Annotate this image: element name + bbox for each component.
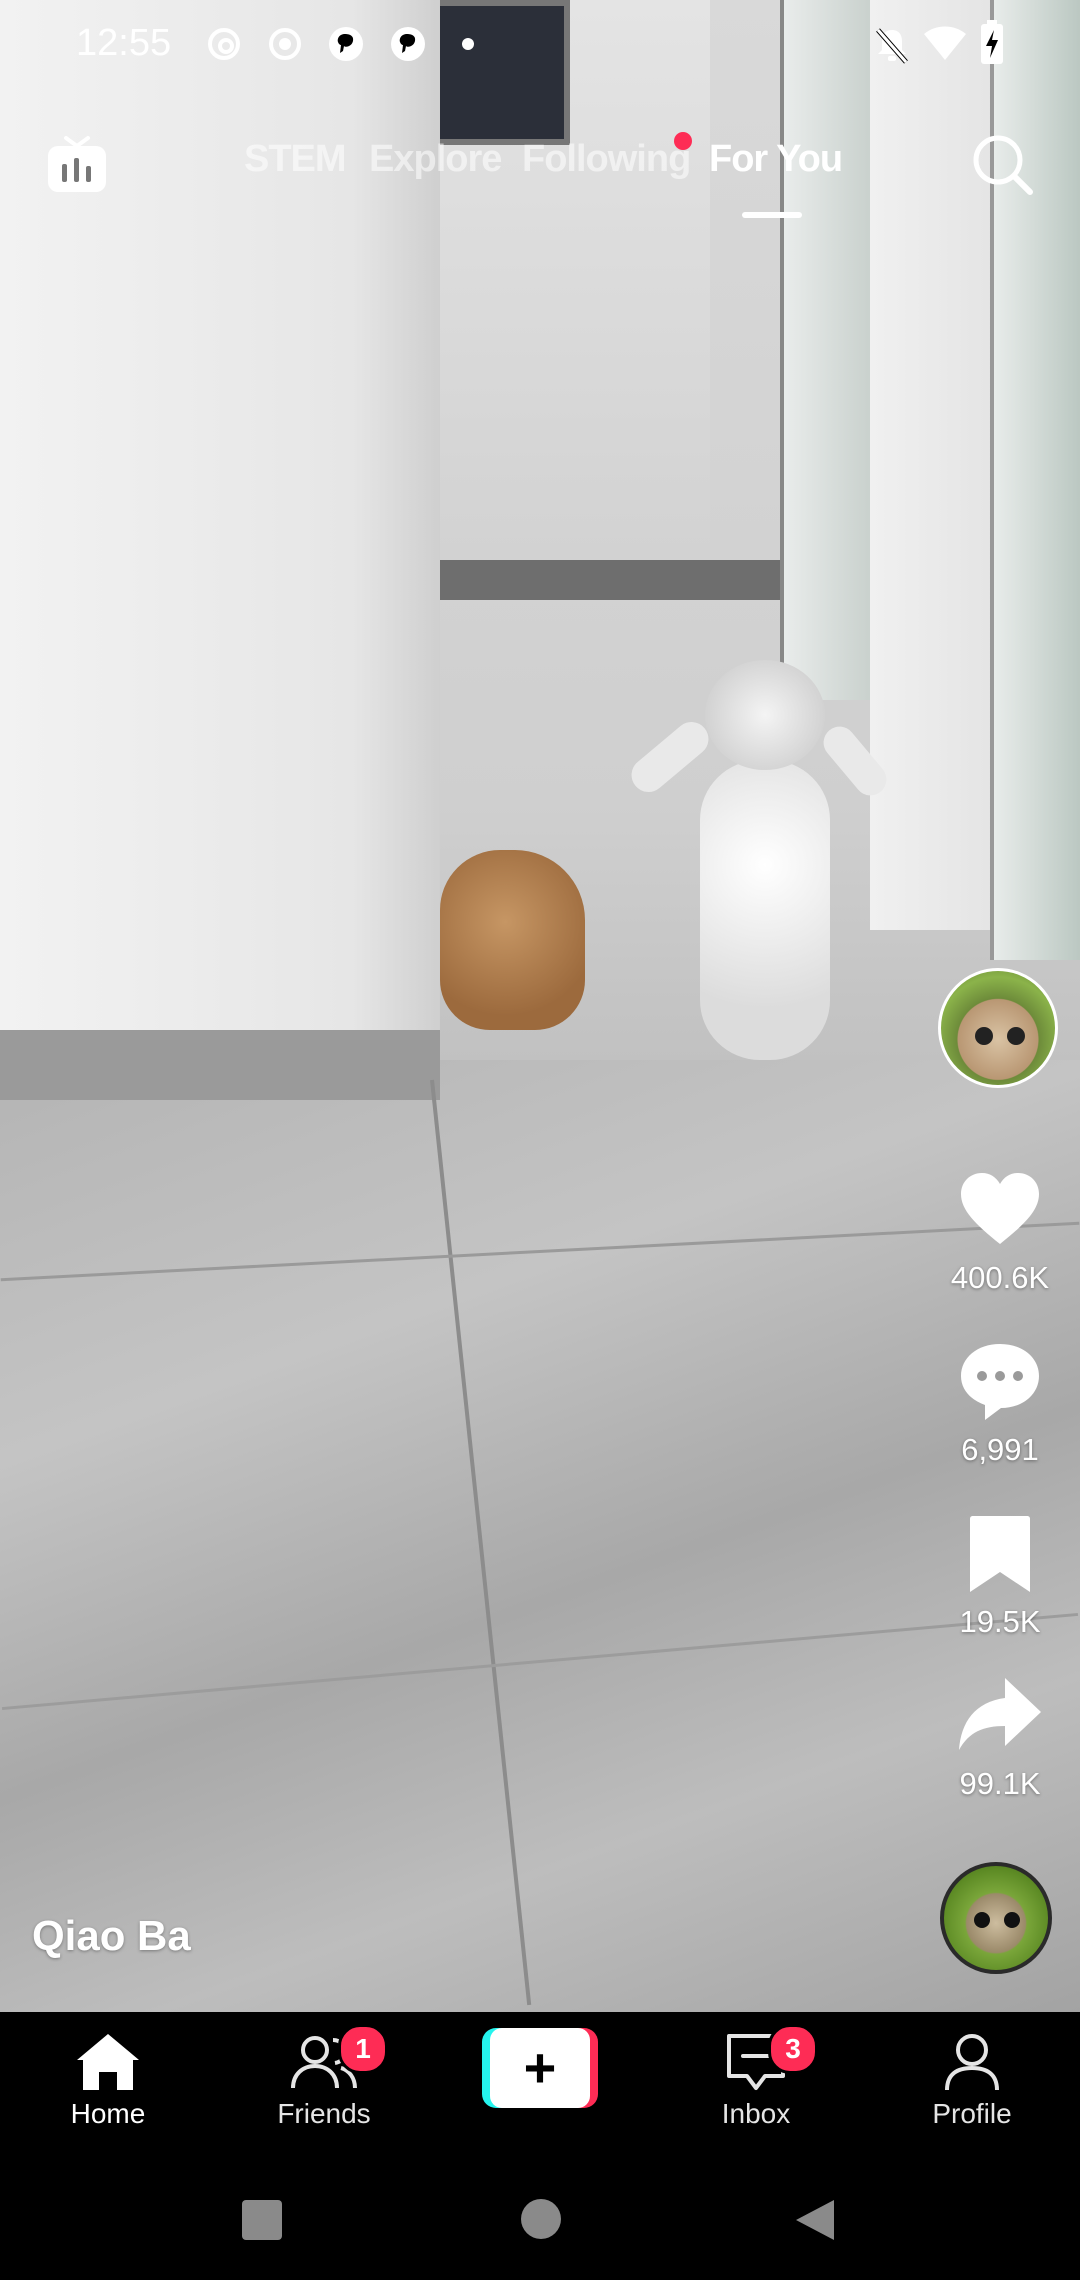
like-button[interactable]: 400.6K [920, 1164, 1080, 1296]
music-disc[interactable] [940, 1862, 1052, 1974]
nav-inbox-label: Inbox [721, 2098, 791, 2129]
video-scene [440, 850, 585, 1030]
battery-charging-icon [981, 20, 1003, 64]
nav-home-label: Home [70, 2098, 146, 2129]
save-button[interactable]: 19.5K [920, 1508, 1080, 1640]
avatar-eye [975, 1027, 993, 1045]
top-tabs: STEM Explore Following For You [0, 138, 1080, 218]
comment-count: 6,991 [961, 1432, 1039, 1467]
nav-home[interactable]: Home [18, 2030, 198, 2130]
video-player[interactable] [0, 0, 1080, 2012]
bookmark-icon [970, 1516, 1030, 1592]
home-icon [77, 2034, 139, 2090]
save-count: 19.5K [959, 1604, 1041, 1639]
video-scene [624, 715, 716, 799]
heart-icon [961, 1173, 1039, 1244]
video-scene [705, 660, 825, 770]
avatar-eye [1007, 1027, 1025, 1045]
share-button[interactable]: 99.1K [920, 1670, 1080, 1802]
tab-explore[interactable]: Explore [369, 138, 502, 181]
share-icon [959, 1678, 1041, 1750]
profile-icon [945, 2034, 999, 2091]
bell-off-icon [876, 28, 908, 64]
comment-button[interactable]: 6,991 [920, 1336, 1080, 1468]
creator-avatar[interactable] [938, 968, 1058, 1088]
create-button[interactable]: + [482, 2028, 598, 2108]
recents-icon[interactable] [238, 2196, 286, 2244]
author-name[interactable]: Qiao Ba [32, 1912, 191, 1960]
status-bar: 12:55 [0, 0, 1080, 90]
create-plus-icon: + [490, 2028, 590, 2108]
nav-profile[interactable]: Profile [882, 2030, 1062, 2130]
video-scene [0, 1030, 440, 1100]
nav-inbox[interactable]: Inbox 3 [666, 2024, 846, 2130]
nav-friends-label: Friends [277, 2098, 371, 2129]
back-icon[interactable] [792, 2196, 838, 2244]
comment-icon [961, 1344, 1039, 1420]
like-count: 400.6K [950, 1260, 1050, 1295]
tab-following[interactable]: Following [522, 138, 691, 181]
disc-eye [1004, 1912, 1020, 1928]
video-scene [400, 560, 780, 600]
video-scene [0, 1060, 1080, 2012]
tab-for-you[interactable]: For You [709, 138, 843, 181]
following-notification-dot [674, 132, 692, 150]
status-time: 12:55 [76, 22, 172, 64]
search-icon[interactable] [968, 130, 1038, 200]
nav-profile-label: Profile [932, 2098, 1012, 2129]
video-scene [780, 0, 874, 700]
active-tab-indicator [742, 212, 802, 218]
friends-badge: 1 [338, 2024, 388, 2074]
share-count: 99.1K [959, 1766, 1041, 1801]
tab-stem[interactable]: STEM [244, 138, 347, 181]
record-icon [269, 28, 301, 60]
video-scene [700, 760, 830, 1060]
dot-icon [462, 38, 474, 50]
threads-icon [208, 28, 240, 60]
pinterest-icon [329, 27, 363, 61]
pinterest-icon [391, 27, 425, 61]
wifi-icon [924, 26, 966, 60]
inbox-badge: 3 [768, 2024, 818, 2074]
nav-friends[interactable]: Friends 1 [234, 2024, 414, 2130]
disc-eye [974, 1912, 990, 1928]
home-circle-icon[interactable] [518, 2196, 564, 2242]
system-nav-bar [0, 2162, 1080, 2280]
